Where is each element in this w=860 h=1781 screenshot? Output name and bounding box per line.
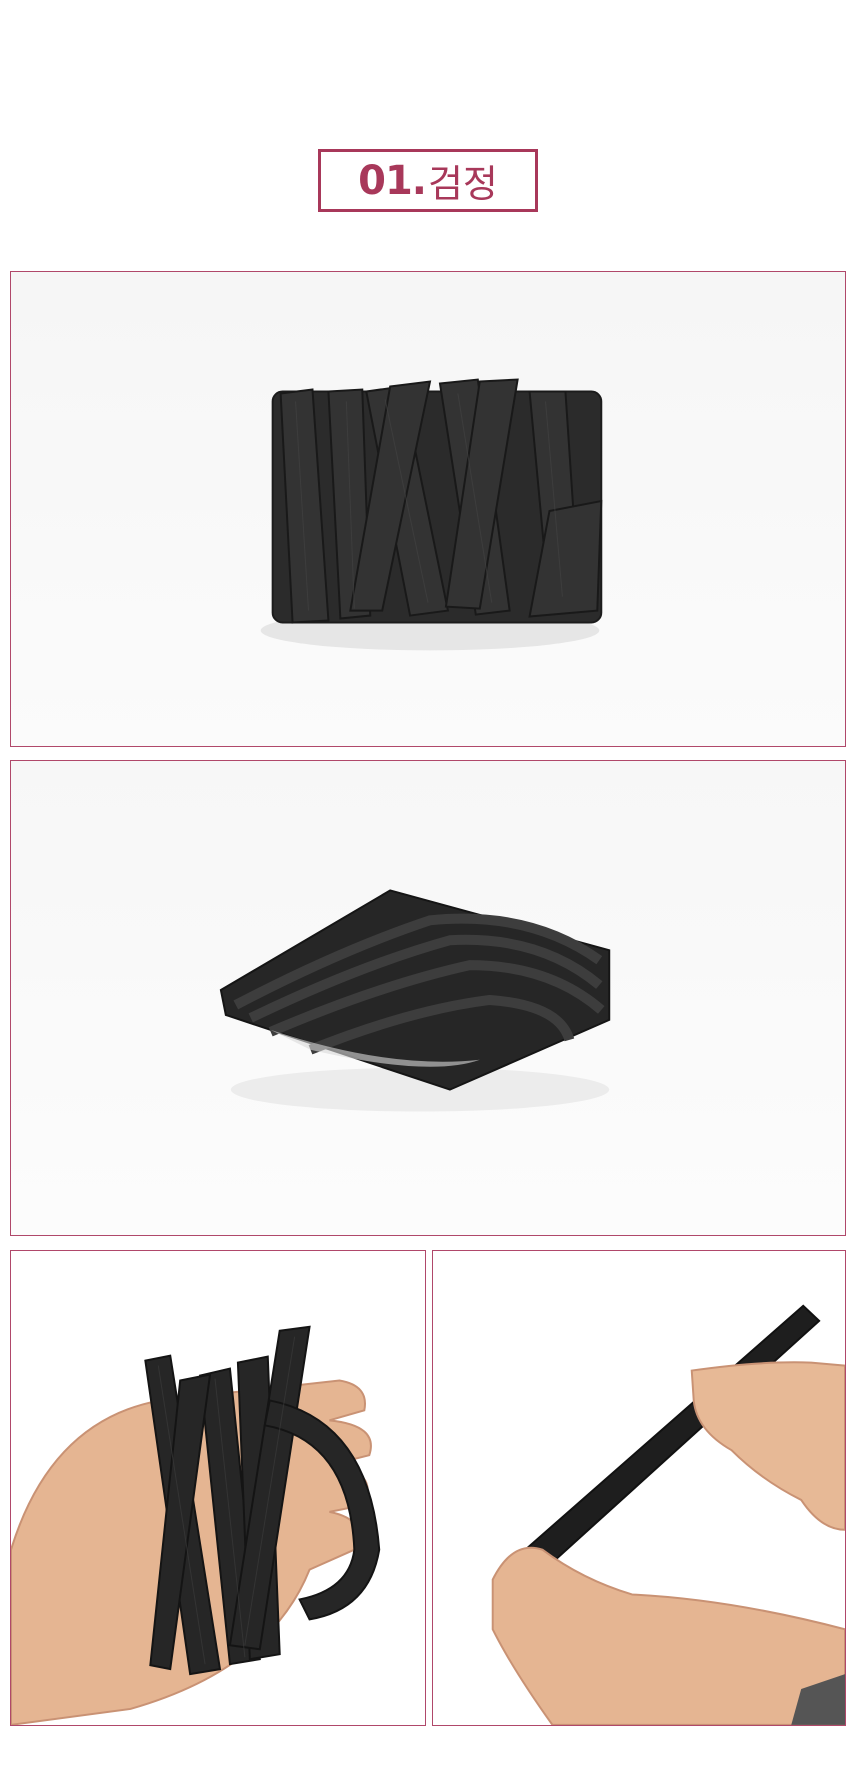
hand-with-elastic-illustration bbox=[11, 1325, 381, 1725]
option-color-name: 검정 bbox=[427, 162, 498, 206]
product-photo-stretching bbox=[432, 1250, 846, 1726]
stretching-band-illustration bbox=[491, 1304, 845, 1725]
elastic-bundle-angled-illustration bbox=[219, 889, 611, 1112]
product-photo-hand-holding bbox=[10, 1250, 426, 1726]
option-number: 01. bbox=[358, 157, 427, 204]
elastic-bundle-illustration bbox=[260, 378, 603, 651]
product-photo-bundle-front bbox=[10, 271, 846, 747]
product-photo-bundle-angled bbox=[10, 760, 846, 1236]
color-option-title: 01. 검정 bbox=[318, 149, 538, 212]
